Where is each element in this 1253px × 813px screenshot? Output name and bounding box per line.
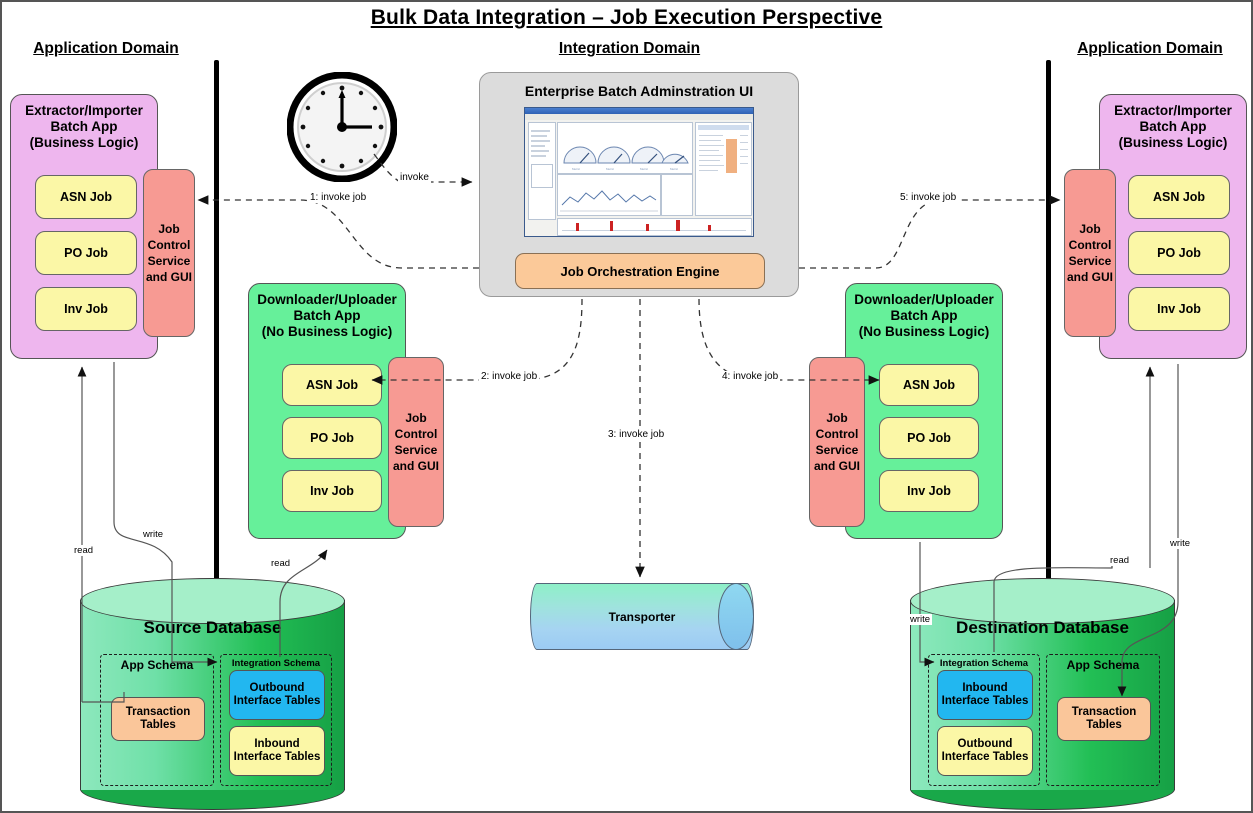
left-extractor-job-po[interactable]: PO Job: [35, 231, 137, 275]
source-database: Source Database App Schema Transaction T…: [80, 578, 345, 810]
right-downloader-job-po[interactable]: PO Job: [879, 417, 979, 459]
left-extractor-importer-title: Extractor/Importer Batch App (Business L…: [25, 103, 143, 150]
svg-text:Metric: Metric: [670, 167, 679, 171]
right-downloader-job-asn[interactable]: ASN Job: [879, 364, 979, 406]
edge-label-clock-invoke: invoke: [398, 172, 431, 183]
edge-label-step1: 1: invoke job: [308, 192, 369, 203]
right-extractor-importer-app: Extractor/Importer Batch App (Business L…: [1099, 94, 1247, 359]
source-app-schema-label: App Schema: [120, 658, 194, 672]
source-app-schema: App Schema Transaction Tables: [100, 654, 214, 786]
left-extractor-importer-app: Extractor/Importer Batch App (Business L…: [10, 94, 158, 359]
left-downloader-job-control-service[interactable]: Job Control Service and GUI: [388, 357, 444, 527]
transporter-label: Transporter: [608, 609, 676, 624]
clock-icon: [286, 71, 398, 187]
source-db-title: Source Database: [143, 618, 282, 637]
svg-text:Metric: Metric: [640, 167, 649, 171]
left-downloader-job-po[interactable]: PO Job: [282, 417, 382, 459]
transporter-component: Transporter: [530, 583, 754, 650]
destination-app-schema-label: App Schema: [1066, 658, 1140, 672]
integration-domain-panel: Enterprise Batch Adminstration UI Metric…: [479, 72, 799, 297]
source-integration-schema-label: Integration Schema: [231, 658, 321, 669]
right-extractor-job-po[interactable]: PO Job: [1128, 231, 1230, 275]
source-integration-schema: Integration Schema Outbound Interface Ta…: [220, 654, 332, 786]
left-extractor-job-inv[interactable]: Inv Job: [35, 287, 137, 331]
edge-label-step4: 4: invoke job: [720, 371, 781, 382]
right-extractor-job-asn[interactable]: ASN Job: [1128, 175, 1230, 219]
edge-label-destination-read: read: [1108, 555, 1132, 566]
left-downloader-uploader-app: Downloader/Uploader Batch App (No Busine…: [248, 283, 406, 539]
destination-outbound-interface-tables[interactable]: Outbound Interface Tables: [937, 726, 1033, 776]
svg-text:Metric: Metric: [606, 167, 615, 171]
job-orchestration-engine[interactable]: Job Orchestration Engine: [515, 253, 765, 289]
left-downloader-title: Downloader/Uploader Batch App (No Busine…: [257, 292, 397, 339]
right-downloader-job-control-service[interactable]: Job Control Service and GUI: [809, 357, 865, 527]
domain-title-left: Application Domain: [33, 40, 179, 57]
domain-title-center: Integration Domain: [558, 40, 701, 57]
edge-label-source-read-right: read: [269, 558, 293, 569]
edge-label-source-read-left: read: [72, 545, 96, 556]
edge-label-step5: 5: invoke job: [898, 192, 959, 203]
right-extractor-job-inv[interactable]: Inv Job: [1128, 287, 1230, 331]
destination-inbound-interface-tables[interactable]: Inbound Interface Tables: [937, 670, 1033, 720]
admin-ui-screenshot[interactable]: Metric Metric Metric Metric: [524, 107, 754, 237]
right-downloader-uploader-app: Downloader/Uploader Batch App (No Busine…: [845, 283, 1003, 539]
destination-integration-schema: Integration Schema Inbound Interface Tab…: [928, 654, 1040, 786]
svg-text:Metric: Metric: [572, 167, 581, 171]
left-downloader-job-inv[interactable]: Inv Job: [282, 470, 382, 512]
source-outbound-interface-tables[interactable]: Outbound Interface Tables: [229, 670, 325, 720]
right-extractor-importer-title: Extractor/Importer Batch App (Business L…: [1114, 103, 1232, 150]
edge-label-step3: 3: invoke job: [606, 429, 667, 440]
destination-app-schema: App Schema Transaction Tables: [1046, 654, 1160, 786]
right-extractor-job-control-service[interactable]: Job Control Service and GUI: [1064, 169, 1116, 337]
domain-title-right: Application Domain: [1077, 40, 1223, 57]
left-extractor-job-asn[interactable]: ASN Job: [35, 175, 137, 219]
edge-label-destination-write-right: write: [1168, 538, 1193, 549]
source-transaction-tables[interactable]: Transaction Tables: [111, 697, 205, 741]
edge-label-source-write: write: [141, 529, 166, 540]
right-downloader-title: Downloader/Uploader Batch App (No Busine…: [854, 292, 994, 339]
source-inbound-interface-tables[interactable]: Inbound Interface Tables: [229, 726, 325, 776]
enterprise-batch-admin-ui-title: Enterprise Batch Adminstration UI: [524, 83, 754, 99]
destination-db-title: Destination Database: [956, 618, 1129, 637]
wire-step5: [799, 195, 1061, 269]
left-downloader-job-asn[interactable]: ASN Job: [282, 364, 382, 406]
diagram-canvas: Bulk Data Integration – Job Execution Pe…: [0, 0, 1253, 813]
edge-label-destination-write-left: write: [908, 614, 933, 625]
right-downloader-job-inv[interactable]: Inv Job: [879, 470, 979, 512]
left-extractor-job-control-service[interactable]: Job Control Service and GUI: [143, 169, 195, 337]
page-title: Bulk Data Integration – Job Execution Pe…: [370, 6, 883, 29]
edge-label-step2: 2: invoke job: [479, 371, 540, 382]
wire-step1: [197, 195, 479, 269]
destination-database: Destination Database Integration Schema …: [910, 578, 1175, 810]
destination-transaction-tables[interactable]: Transaction Tables: [1057, 697, 1151, 741]
destination-integration-schema-label: Integration Schema: [939, 658, 1029, 669]
